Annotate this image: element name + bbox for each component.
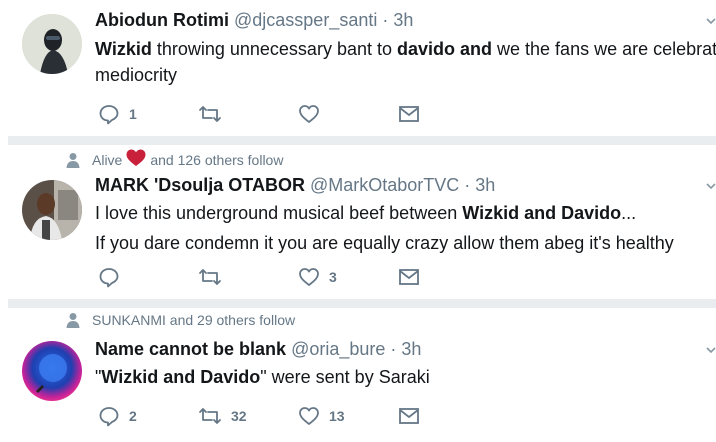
tweet-text-line: mediocrity [95, 62, 715, 88]
user-handle[interactable]: @djcassper_santi [234, 10, 377, 30]
reply-button[interactable]: 2 [98, 404, 137, 428]
separator-dot: · [382, 10, 389, 30]
social-context-prefix[interactable]: Alive [92, 152, 122, 168]
like-count: 13 [329, 408, 345, 424]
direct-message-button[interactable] [398, 265, 420, 289]
person-icon [66, 152, 80, 168]
direct-message-button[interactable] [398, 404, 420, 428]
tweet-text-line: "Wizkid and Davido" were sent by Saraki [95, 364, 715, 390]
social-context-text: and 126 others follow [150, 151, 284, 168]
timestamp[interactable]: 3h [401, 339, 421, 359]
heart-icon [299, 105, 319, 123]
person-icon [66, 312, 80, 328]
social-context: SUNKANMI and 29 others follow [66, 312, 295, 328]
reply-button[interactable] [98, 265, 129, 289]
tweet-text: "Wizkid and Davido" were sent by Saraki [95, 364, 715, 390]
chevron-down-icon[interactable] [706, 345, 716, 355]
retweet-icon [199, 106, 221, 122]
tweet-text-line: If you dare condemn it you are equally c… [95, 230, 715, 256]
social-context: Alive and 126 others follow [66, 149, 283, 170]
display-name[interactable]: MARK 'Dsoulja OTABOR [95, 175, 305, 195]
tweet-text-line: Wizkid throwing unnecessary bant to davi… [95, 36, 716, 62]
reply-button[interactable]: 1 [98, 102, 137, 126]
chevron-down-icon[interactable] [706, 181, 716, 191]
tweet-text-line: I love this underground musical beef bet… [95, 200, 715, 226]
display-name[interactable]: Abiodun Rotimi [95, 10, 229, 30]
reply-icon [99, 105, 119, 125]
envelope-icon [399, 106, 419, 122]
avatar[interactable] [22, 341, 82, 401]
separator-dot: · [390, 339, 397, 359]
text-run: davido and [397, 39, 493, 59]
retweet-button[interactable]: 32 [198, 404, 247, 428]
text-run: " were sent by Saraki [260, 367, 430, 387]
avatar[interactable] [22, 180, 82, 240]
tweet-1[interactable]: Abiodun Rotimi @djcassper_santi · 3h Wizki… [8, 0, 716, 136]
avatar-image [22, 341, 82, 401]
tweet-2[interactable]: Alive and 126 others follow MARK 'Dsoulj… [8, 145, 716, 299]
chevron-down-icon[interactable] [706, 16, 716, 26]
avatar-image [22, 180, 82, 240]
timestamp[interactable]: 3h [393, 10, 413, 30]
reply-icon [99, 407, 119, 427]
display-name[interactable]: Name cannot be blank [95, 339, 286, 359]
text-run: Wizkid and Davido [462, 203, 622, 223]
like-button[interactable]: 3 [298, 265, 337, 289]
text-run: we the fans we are celebrating [497, 39, 716, 59]
heart-icon [299, 268, 319, 286]
tweet-actions: 3 [98, 265, 438, 289]
red-heart-emoji [126, 149, 146, 170]
reply-count: 1 [129, 106, 137, 122]
text-run: Wizkid and Davido [101, 367, 261, 387]
tweet-actions: 2 32 13 [98, 404, 438, 428]
like-count: 3 [329, 269, 337, 285]
retweet-icon [199, 269, 221, 285]
reply-count: 2 [129, 408, 137, 424]
text-run: mediocrity [95, 65, 178, 85]
envelope-icon [399, 269, 419, 285]
like-button[interactable]: 13 [298, 404, 345, 428]
like-button[interactable] [298, 102, 329, 126]
text-run: ... [621, 203, 637, 223]
tweet-header: Abiodun Rotimi @djcassper_santi · 3h [95, 10, 413, 31]
tweet-separator [8, 136, 716, 145]
avatar-image [22, 14, 82, 74]
avatar[interactable] [22, 14, 82, 74]
envelope-icon [399, 408, 419, 424]
text-run: I love this underground musical beef bet… [95, 203, 463, 223]
text-run: throwing unnecessary bant to [151, 39, 397, 59]
timestamp[interactable]: 3h [475, 175, 495, 195]
tweet-text: I love this underground musical beef bet… [95, 200, 715, 256]
retweet-button[interactable] [198, 102, 231, 126]
tweet-header: MARK 'Dsoulja OTABOR @MarkOtaborTVC · 3h [95, 175, 495, 196]
tweet-header: Name cannot be blank @oria_bure · 3h [95, 339, 421, 360]
tweet-actions: 1 [98, 102, 438, 126]
tweet-text: Wizkid throwing unnecessary bant to davi… [95, 36, 716, 88]
retweet-count: 32 [231, 408, 247, 424]
retweet-icon [199, 408, 221, 424]
user-handle[interactable]: @MarkOtaborTVC [310, 175, 459, 195]
heart-icon [299, 407, 319, 425]
retweet-button[interactable] [198, 265, 231, 289]
separator-dot: · [464, 175, 471, 195]
social-context-text[interactable]: SUNKANMI and 29 others follow [92, 312, 295, 328]
reply-icon [99, 268, 119, 288]
tweet-3[interactable]: SUNKANMI and 29 others follow Name canno… [8, 308, 716, 442]
direct-message-button[interactable] [398, 102, 420, 126]
text-run: Wizkid [95, 39, 152, 59]
text-run: If you dare condemn it you are equally c… [95, 233, 674, 253]
user-handle[interactable]: @oria_bure [291, 339, 385, 359]
tweet-separator [8, 299, 716, 308]
